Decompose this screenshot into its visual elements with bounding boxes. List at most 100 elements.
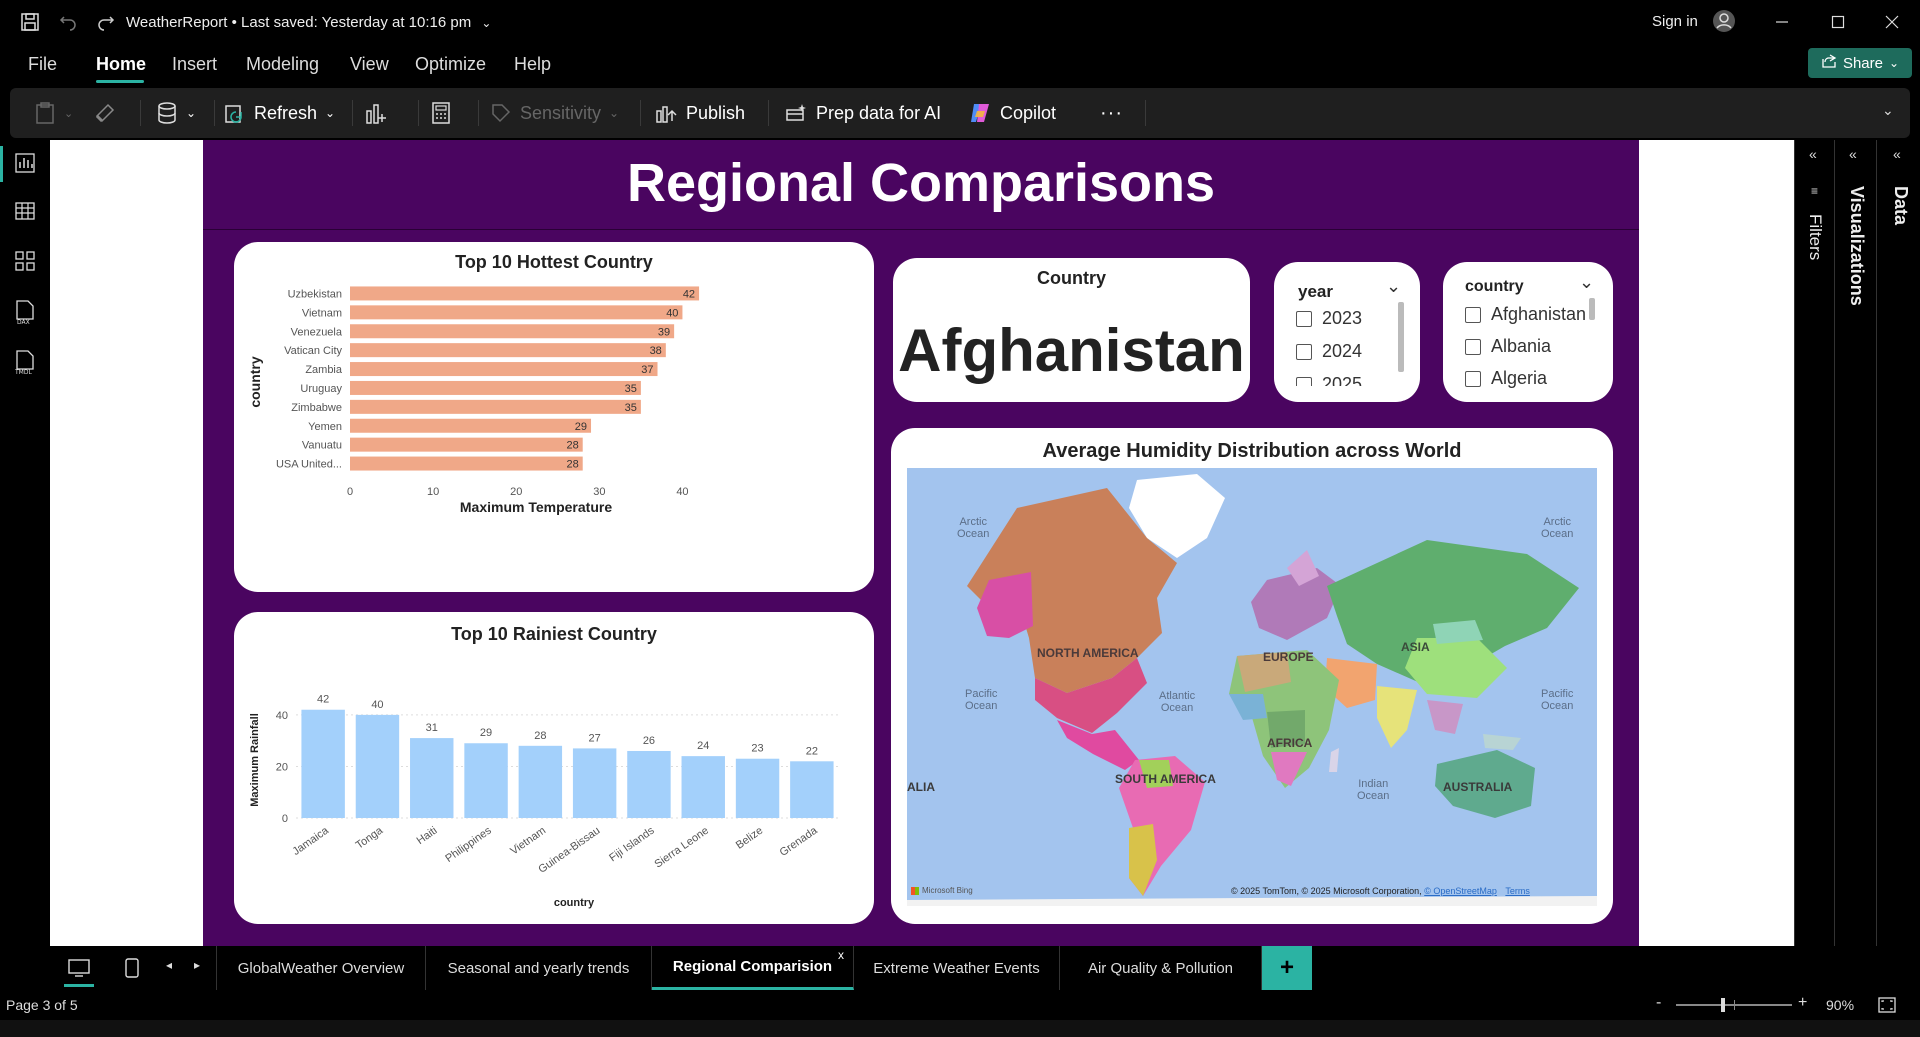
zoom-slider-thumb[interactable]	[1721, 998, 1725, 1012]
bar[interactable]	[410, 738, 454, 818]
tab-air-quality[interactable]: Air Quality & Pollution	[1060, 946, 1262, 990]
paste-button[interactable]: ⌄	[34, 88, 73, 138]
add-page-button[interactable]: +	[1262, 946, 1312, 990]
year-slicer-scrollbar[interactable]	[1398, 302, 1404, 372]
model-view-icon[interactable]	[12, 248, 38, 274]
bar[interactable]	[518, 745, 563, 818]
zoom-in-button[interactable]: +	[1798, 994, 1807, 1012]
zoom-slider[interactable]	[1676, 998, 1792, 1012]
country-option-algeria[interactable]: Algeria	[1465, 368, 1547, 389]
menu-optimize[interactable]: Optimize	[415, 54, 486, 75]
get-data-button[interactable]: ⌄	[156, 88, 196, 138]
refresh-button[interactable]: Refresh ⌄	[224, 88, 335, 138]
fit-to-page-icon[interactable]	[1876, 995, 1898, 1015]
checkbox[interactable]	[1296, 376, 1312, 386]
bar[interactable]	[350, 437, 583, 452]
terms-link[interactable]: Terms	[1505, 886, 1530, 896]
bar[interactable]	[627, 750, 671, 818]
menu-view[interactable]: View	[350, 54, 389, 75]
expand-filters-icon[interactable]: «	[1809, 146, 1817, 162]
publish-button[interactable]: Publish	[654, 88, 745, 138]
menu-modeling[interactable]: Modeling	[246, 54, 319, 75]
menu-help[interactable]: Help	[514, 54, 551, 75]
expand-visualizations-icon[interactable]: «	[1849, 146, 1857, 162]
dax-query-view-icon[interactable]: DAX	[12, 298, 38, 326]
menu-home[interactable]: Home	[96, 54, 146, 75]
world-map[interactable]: Arctic Ocean Arctic Ocean NORTH AMERICA …	[907, 468, 1597, 906]
bar[interactable]	[350, 343, 666, 358]
new-visual-button[interactable]	[364, 88, 388, 138]
osm-link[interactable]: © OpenStreetMap	[1424, 886, 1497, 896]
chevron-down-icon[interactable]: ⌄	[1386, 276, 1401, 297]
bar[interactable]	[464, 743, 508, 818]
table-view-icon[interactable]	[12, 198, 38, 224]
undo-icon[interactable]	[56, 10, 80, 34]
checkbox[interactable]	[1465, 338, 1481, 355]
expand-data-icon[interactable]: «	[1893, 146, 1901, 162]
bar[interactable]	[350, 324, 675, 339]
zoom-out-button[interactable]: -	[1656, 994, 1661, 1012]
format-painter-button[interactable]	[94, 88, 116, 138]
bar[interactable]	[355, 714, 400, 818]
bar[interactable]	[681, 756, 725, 818]
bar[interactable]	[572, 748, 617, 818]
year-option-2024[interactable]: 2024	[1296, 341, 1362, 362]
country-slicer[interactable]: country ⌄ Afghanistan Albania Algeria	[1443, 262, 1613, 402]
checkbox[interactable]	[1296, 310, 1312, 327]
country-option-albania[interactable]: Albania	[1465, 336, 1551, 357]
copilot-button[interactable]: Copilot	[968, 88, 1056, 138]
bar[interactable]	[350, 380, 641, 395]
more-options-button[interactable]: ···	[1100, 88, 1123, 138]
menu-file[interactable]: File	[28, 54, 57, 75]
report-view-icon[interactable]	[12, 150, 38, 176]
bar[interactable]	[350, 362, 658, 377]
bar[interactable]	[301, 709, 345, 818]
previous-page-icon[interactable]: ◂	[166, 958, 172, 972]
bar[interactable]	[350, 286, 700, 301]
checkbox[interactable]	[1465, 370, 1481, 387]
tmdl-view-icon[interactable]: TMDL	[12, 348, 38, 376]
year-option-2023[interactable]: 2023	[1296, 308, 1362, 329]
redo-icon[interactable]	[94, 10, 118, 34]
rainiest-country-chart[interactable]: Top 10 Rainiest Country 0 20 40 42 Jamaica 40…	[234, 612, 874, 924]
tab-extreme-weather[interactable]: Extreme Weather Events	[854, 946, 1060, 990]
bar[interactable]	[350, 418, 592, 433]
bar[interactable]	[350, 456, 583, 471]
humidity-map-card[interactable]: Average Humidity Distribution across Wor…	[891, 428, 1613, 924]
sign-in-link[interactable]: Sign in	[1652, 13, 1698, 30]
hottest-country-chart[interactable]: Top 10 Hottest Country Uzbekistan 42 Vietn…	[234, 242, 874, 592]
new-measure-button[interactable]	[430, 88, 452, 138]
data-pane-collapsed[interactable]: « Data	[1876, 140, 1920, 946]
country-slicer-scrollbar[interactable]	[1589, 298, 1595, 320]
year-option-2025[interactable]: 2025	[1296, 374, 1362, 386]
user-avatar-icon[interactable]	[1712, 9, 1736, 33]
close-icon[interactable]	[1880, 12, 1904, 32]
bar[interactable]	[350, 399, 641, 414]
prep-data-button[interactable]: Prep data for AI	[784, 88, 941, 138]
save-icon[interactable]	[18, 10, 42, 34]
minimize-icon[interactable]	[1770, 12, 1794, 32]
country-card[interactable]: Country Afghanistan	[893, 258, 1250, 402]
maximize-icon[interactable]	[1826, 12, 1850, 32]
country-option-afghanistan[interactable]: Afghanistan	[1465, 304, 1586, 325]
tab-seasonal-trends[interactable]: Seasonal and yearly trends	[426, 946, 652, 990]
mobile-layout-icon[interactable]	[122, 956, 142, 980]
checkbox[interactable]	[1296, 343, 1312, 360]
sensitivity-button[interactable]: Sensitivity ⌄	[490, 88, 619, 138]
tab-globalweather-overview[interactable]: GlobalWeather Overview	[216, 946, 426, 990]
close-tab-icon[interactable]: x	[838, 948, 844, 962]
chevron-down-icon[interactable]: ⌄	[1579, 272, 1594, 293]
share-button[interactable]: Share ⌄	[1808, 48, 1912, 78]
checkbox[interactable]	[1465, 306, 1481, 323]
menu-insert[interactable]: Insert	[172, 54, 217, 75]
collapse-ribbon-icon[interactable]: ⌄	[1882, 102, 1894, 119]
bar[interactable]	[350, 305, 683, 320]
desktop-layout-icon[interactable]	[66, 956, 92, 980]
bar[interactable]	[735, 758, 780, 818]
filters-pane-collapsed[interactable]: « ≡ Filters	[1794, 140, 1834, 946]
bar[interactable]	[790, 761, 834, 818]
visualizations-pane-collapsed[interactable]: « Visualizations	[1834, 140, 1876, 946]
year-slicer[interactable]: year ⌄ 2023 2024 2025	[1274, 262, 1420, 402]
document-title-area[interactable]: WeatherReport • Last saved: Yesterday at…	[126, 14, 491, 31]
next-page-icon[interactable]: ▸	[194, 958, 200, 972]
